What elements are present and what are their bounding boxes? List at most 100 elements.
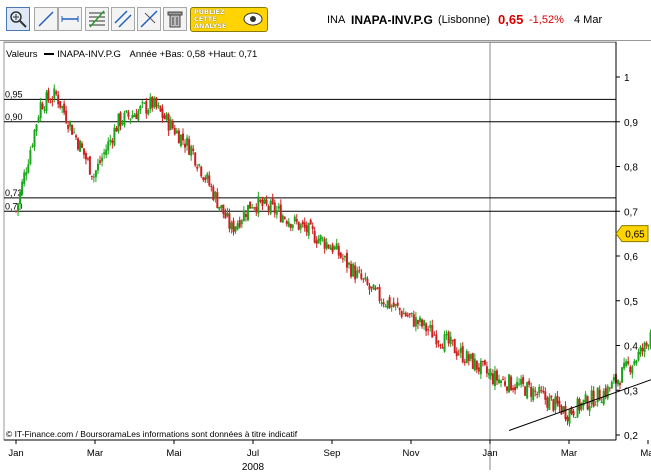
y-tick-label: 0,3 bbox=[624, 386, 638, 397]
candle-body bbox=[572, 411, 575, 416]
candle bbox=[59, 101, 62, 110]
candle bbox=[25, 167, 28, 181]
candle bbox=[78, 139, 81, 152]
x-tick-label: Mai bbox=[640, 448, 651, 459]
candle-body bbox=[536, 394, 539, 396]
candle bbox=[530, 382, 533, 402]
candle bbox=[80, 141, 83, 149]
candle-body bbox=[453, 339, 456, 354]
candle-body bbox=[584, 394, 587, 403]
candle-body bbox=[192, 148, 195, 151]
candle-body bbox=[612, 377, 615, 381]
candle bbox=[574, 416, 577, 418]
candle bbox=[386, 300, 389, 310]
candle bbox=[514, 383, 517, 395]
candle-body bbox=[86, 158, 89, 160]
x-tick-label: Sep bbox=[324, 448, 341, 459]
candle-body bbox=[566, 416, 569, 422]
candle-body bbox=[400, 311, 403, 317]
candle-body bbox=[129, 118, 132, 120]
candle-body bbox=[404, 312, 407, 317]
candle-body bbox=[285, 221, 288, 224]
candle bbox=[491, 369, 494, 386]
candle-body bbox=[457, 353, 460, 355]
candle bbox=[645, 341, 648, 349]
candle bbox=[69, 120, 72, 131]
candle bbox=[475, 360, 478, 374]
candle-body bbox=[169, 119, 172, 130]
candle-body bbox=[287, 221, 290, 227]
candle bbox=[621, 366, 624, 383]
candle-body bbox=[57, 94, 60, 105]
candle bbox=[297, 221, 300, 231]
candle bbox=[73, 127, 76, 134]
candle bbox=[627, 356, 630, 366]
candle-body bbox=[473, 358, 476, 371]
candle bbox=[453, 338, 456, 354]
candle bbox=[570, 406, 573, 416]
year-label: 2008 bbox=[242, 462, 265, 473]
candle-body bbox=[61, 106, 64, 108]
candle-body bbox=[299, 224, 302, 229]
candle bbox=[568, 408, 571, 427]
candle bbox=[51, 96, 54, 107]
candle bbox=[437, 340, 440, 348]
candle-body bbox=[493, 370, 496, 387]
candle-body bbox=[137, 110, 140, 121]
candle-body bbox=[544, 391, 547, 400]
candle bbox=[305, 221, 308, 237]
candle bbox=[623, 357, 626, 371]
candle bbox=[179, 134, 182, 148]
candle-body bbox=[236, 223, 239, 230]
candle bbox=[29, 146, 32, 166]
candle bbox=[196, 164, 199, 172]
candle-body bbox=[88, 156, 91, 175]
candle bbox=[291, 224, 294, 232]
candle bbox=[425, 322, 428, 336]
candle-body bbox=[27, 164, 30, 173]
candle-body bbox=[65, 110, 68, 123]
candle-body bbox=[459, 347, 462, 353]
candle bbox=[21, 178, 24, 196]
candle-body bbox=[165, 113, 168, 120]
candle-body bbox=[309, 219, 312, 225]
candle bbox=[204, 175, 207, 183]
y-tick-label: 0,9 bbox=[624, 118, 638, 129]
candle bbox=[631, 364, 634, 379]
candle-body bbox=[639, 347, 642, 355]
candle bbox=[43, 106, 46, 114]
candle-body bbox=[224, 212, 227, 219]
candle-body bbox=[19, 191, 22, 204]
candle bbox=[354, 262, 357, 284]
candle-body bbox=[275, 210, 278, 215]
candle bbox=[236, 220, 239, 231]
candle-body bbox=[425, 323, 428, 332]
candle bbox=[125, 110, 128, 114]
candle-body bbox=[610, 381, 613, 389]
candle-body bbox=[84, 153, 87, 160]
candle bbox=[325, 238, 328, 251]
candle bbox=[548, 393, 551, 410]
x-tick-label: Mai bbox=[166, 448, 181, 459]
candle-body bbox=[159, 105, 162, 112]
candle-body bbox=[115, 127, 118, 132]
candle-body bbox=[574, 416, 577, 418]
candle bbox=[485, 361, 488, 378]
candle-body bbox=[25, 172, 28, 176]
candle bbox=[352, 262, 355, 278]
candle-body bbox=[552, 399, 555, 411]
candle bbox=[190, 144, 193, 161]
candle bbox=[345, 249, 348, 273]
candle-body bbox=[92, 176, 95, 178]
candle bbox=[384, 303, 387, 308]
candle-body bbox=[149, 97, 152, 110]
candle bbox=[90, 175, 93, 181]
candle-body bbox=[506, 386, 509, 391]
candle-body bbox=[542, 390, 545, 393]
candle-body bbox=[301, 221, 304, 225]
candle-body bbox=[194, 152, 197, 166]
candle bbox=[167, 112, 170, 136]
candle bbox=[406, 312, 409, 318]
candle bbox=[198, 163, 201, 168]
candle-body bbox=[354, 265, 357, 280]
